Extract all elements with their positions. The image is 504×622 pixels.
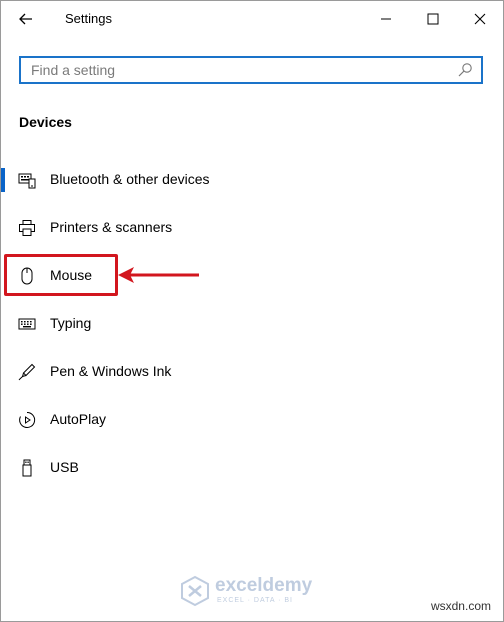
- watermark-tagline: EXCEL · DATA · BI: [217, 597, 293, 604]
- annotation-highlight-box: [4, 254, 118, 296]
- nav-item-printers[interactable]: Printers & scanners: [1, 208, 503, 248]
- nav-item-label: Bluetooth & other devices: [50, 171, 210, 187]
- minimize-icon: [381, 18, 391, 20]
- site-watermark: wsxdn.com: [430, 599, 491, 613]
- nav-item-pen[interactable]: Pen & Windows Ink: [1, 352, 503, 392]
- watermark-logo: exceldemy EXCEL · DATA · BI: [179, 575, 329, 609]
- autoplay-icon: [19, 411, 36, 428]
- back-arrow-icon: [19, 13, 32, 25]
- close-icon: [474, 13, 486, 25]
- pen-icon: [18, 363, 36, 381]
- printer-icon: [19, 220, 35, 236]
- watermark-name: exceldemy: [215, 575, 313, 596]
- nav-item-bluetooth[interactable]: Bluetooth & other devices: [1, 160, 503, 200]
- back-button[interactable]: [9, 4, 43, 34]
- exceldemy-logo-icon: [181, 575, 209, 607]
- settings-window: Settings Devices: [0, 0, 504, 622]
- maximize-button[interactable]: [410, 1, 456, 37]
- nav-item-label: AutoPlay: [50, 411, 107, 427]
- annotation-arrow-icon: [118, 267, 199, 283]
- keyboard-icon: [18, 318, 36, 330]
- nav-item-typing[interactable]: Typing: [1, 304, 503, 344]
- bluetooth-devices-icon: [18, 173, 36, 189]
- nav-item-usb[interactable]: USB: [1, 448, 503, 488]
- section-heading: Devices: [19, 114, 72, 130]
- minimize-button[interactable]: [363, 1, 409, 37]
- usb-icon: [22, 459, 32, 477]
- window-title: Settings: [65, 11, 112, 26]
- close-button[interactable]: [457, 1, 503, 37]
- nav-item-autoplay[interactable]: AutoPlay: [1, 400, 503, 440]
- search-box[interactable]: [19, 56, 483, 84]
- search-input[interactable]: [31, 58, 451, 82]
- search-icon[interactable]: [457, 62, 473, 78]
- selected-indicator: [1, 168, 5, 192]
- maximize-icon: [427, 13, 439, 25]
- title-bar: Settings: [1, 1, 503, 37]
- nav-item-label: Typing: [50, 315, 92, 331]
- nav-item-label: USB: [50, 459, 79, 475]
- nav-item-label: Pen & Windows Ink: [50, 363, 172, 379]
- nav-item-label: Printers & scanners: [50, 219, 173, 235]
